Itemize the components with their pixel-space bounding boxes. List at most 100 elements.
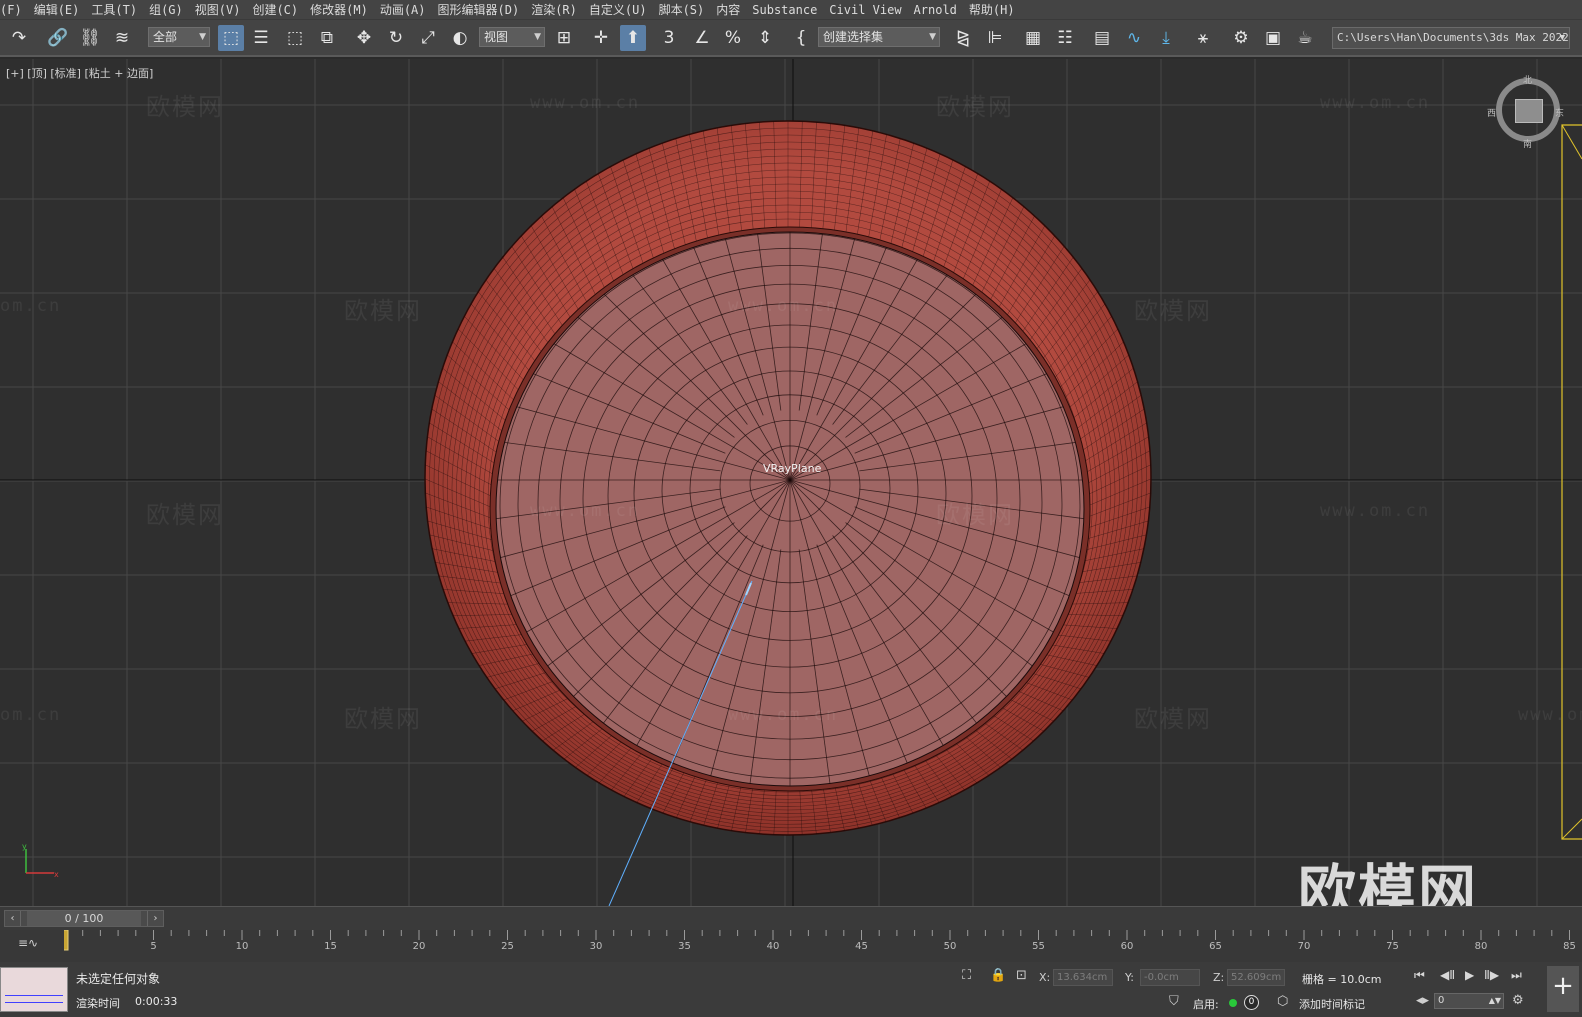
axis-y-label: y	[22, 842, 27, 851]
ruler-tick-label: 30	[590, 941, 603, 952]
rect-selection-icon[interactable]: ⬚	[282, 25, 308, 51]
render-setup-icon[interactable]: ▣	[1260, 25, 1286, 51]
pivot-center-icon[interactable]: ⊞	[551, 25, 577, 51]
add-keyframe-button[interactable]: +	[1547, 966, 1579, 1012]
menu-arnold[interactable]: Arnold	[908, 0, 963, 20]
enable-label: 启用:	[1193, 998, 1219, 1011]
current-frame-field[interactable]: 0 ▲▼	[1434, 993, 1504, 1009]
menu-edit[interactable]: 编辑(E)	[28, 0, 86, 20]
ruler-tick-label: 60	[1121, 941, 1134, 952]
keyboard-shortcut-toggle-icon[interactable]: ⬆	[620, 25, 646, 51]
time-slider-control[interactable]: ‹ 0 / 100 ›	[4, 910, 164, 927]
spinner-snap-icon[interactable]: ⇕	[752, 25, 778, 51]
rotate-icon[interactable]: ↻	[383, 25, 409, 51]
render-time-value: 0:00:33	[135, 995, 178, 1008]
align-icon[interactable]: ⊫	[982, 25, 1008, 51]
menu-substance[interactable]: Substance	[746, 0, 823, 20]
angle-snap-icon[interactable]: ∠	[689, 25, 715, 51]
chevron-down-icon: ▼	[199, 32, 206, 42]
curve-editor-icon[interactable]: ∿	[1121, 25, 1147, 51]
goto-end-icon[interactable]: ⏭	[1511, 968, 1522, 983]
menu-create[interactable]: 创建(C)	[246, 0, 304, 20]
snaps-toggle-icon[interactable]: 3	[656, 25, 682, 51]
menu-tools[interactable]: 工具(T)	[85, 0, 143, 20]
add-time-tag[interactable]: 添加时间标记	[1299, 996, 1365, 1012]
watermark-url: www.om.cn	[1320, 501, 1431, 521]
reference-coord-value: 视图	[484, 30, 509, 44]
goto-start-icon[interactable]: ⏮	[1414, 968, 1425, 983]
menu-rendering[interactable]: 渲染(R)	[525, 0, 583, 20]
play-icon[interactable]: ▶	[1465, 968, 1474, 982]
menu-customize[interactable]: 自定义(U)	[583, 0, 653, 20]
menu-civil-view[interactable]: Civil View	[823, 0, 907, 20]
next-frame-icon[interactable]: ›	[147, 911, 163, 926]
project-path-dropdown[interactable]: C:\Users\Han\Documents\3ds Max 2022 ▼	[1332, 27, 1570, 49]
absolute-mode-icon[interactable]: ⊡	[1016, 968, 1027, 983]
time-tag-icon[interactable]: ⬡	[1277, 994, 1288, 1009]
z-coord-field[interactable]: 52.609cm	[1227, 969, 1285, 986]
link-icon[interactable]: 🔗	[45, 25, 71, 51]
menu-help[interactable]: 帮助(H)	[963, 0, 1021, 20]
frame-display[interactable]: 0 / 100	[27, 911, 141, 926]
top-viewport[interactable]: 欧模网 www.om.cn 欧模网 www.om.cn om.cn 欧模网 ww…	[0, 59, 1582, 906]
time-config-icon[interactable]: ⚙	[1512, 993, 1524, 1008]
redo-icon[interactable]: ↷	[6, 25, 32, 51]
watermark: 欧模网	[146, 501, 224, 529]
previous-key-icon[interactable]: ◀Ⅱ	[1440, 968, 1455, 982]
bind-spacewarp-icon[interactable]: ≋	[109, 25, 135, 51]
unlink-icon[interactable]: ⛓	[77, 25, 103, 51]
scene-explorer-icon[interactable]: ▦	[1020, 25, 1046, 51]
mini-curve-editor-icon[interactable]: ≡∿	[18, 936, 38, 950]
frame-ruler[interactable]: 0510152025303540455055606570758085	[64, 930, 1579, 962]
named-selection-set-dropdown[interactable]: 创建选择集 ▼	[818, 27, 940, 47]
mirror-icon[interactable]: ⧎	[950, 25, 976, 51]
watermark: 欧模网	[1134, 297, 1212, 325]
object-label: VRayPlane	[763, 462, 822, 475]
place-icon[interactable]: ◐	[447, 25, 473, 51]
select-object-icon[interactable]: ⬚	[218, 25, 244, 51]
isolate-selection-icon[interactable]: ⛶	[962, 968, 971, 983]
x-coord-field[interactable]: 13.634cm	[1053, 969, 1113, 986]
layer-explorer-icon[interactable]: ☷	[1052, 25, 1078, 51]
selection-lock-icon[interactable]: 🔒	[990, 968, 1006, 983]
reference-coord-dropdown[interactable]: 视图 ▼	[479, 27, 545, 47]
move-icon[interactable]: ✥	[351, 25, 377, 51]
dope-sheet-icon[interactable]: ⤓	[1153, 25, 1179, 51]
menu-graph-editors[interactable]: 图形编辑器(D)	[432, 0, 526, 20]
menu-views[interactable]: 视图(V)	[189, 0, 247, 20]
viewport-label[interactable]: [+] [顶] [标准] [粘土 + 边面]	[6, 65, 153, 81]
key-mode-toggle-icon[interactable]: ◂▸	[1416, 993, 1429, 1008]
spinner-icon[interactable]: ▲▼	[1489, 994, 1501, 1008]
menu-content[interactable]: 内容	[710, 0, 746, 20]
menu-modifiers[interactable]: 修改器(M)	[304, 0, 374, 20]
menu-scripting[interactable]: 脚本(S)	[653, 0, 711, 20]
menu-file[interactable]: (F)	[0, 0, 28, 20]
menu-group[interactable]: 组(G)	[143, 0, 189, 20]
maxscript-listener-preview[interactable]	[0, 967, 68, 1012]
prev-frame-icon[interactable]: ‹	[5, 911, 21, 926]
current-frame-value: 0	[1438, 995, 1445, 1006]
ruler-tick-label: 55	[1032, 941, 1045, 952]
axis-tripod: y x	[16, 841, 60, 883]
window-crossing-icon[interactable]: ⧉	[314, 25, 340, 51]
y-coord-field[interactable]: -0.0cm	[1140, 969, 1200, 986]
render-icon[interactable]: ☕	[1292, 25, 1318, 51]
material-editor-icon[interactable]: ⚙	[1228, 25, 1254, 51]
status-bar: 未选定任何对象 渲染时间 0:00:33 ⛶ 🔒 ⊡ X: 13.634cm Y…	[0, 962, 1582, 1017]
select-manipulate-icon[interactable]: ✛	[588, 25, 614, 51]
select-by-name-icon[interactable]: ☰	[248, 25, 274, 51]
brand-watermark: 欧模网	[1298, 858, 1479, 906]
percent-snap-icon[interactable]: %	[720, 25, 746, 51]
time-slider[interactable]: ‹ 0 / 100 ›	[0, 906, 1582, 930]
adaptive-degradation-icon[interactable]: ⛉	[1169, 994, 1179, 1009]
next-key-icon[interactable]: Ⅱ▶	[1484, 968, 1499, 982]
schematic-view-icon[interactable]: ⚹	[1190, 25, 1216, 51]
menu-animation[interactable]: 动画(A)	[374, 0, 432, 20]
viewcube-top-face[interactable]	[1515, 99, 1543, 123]
toggle-ribbon-icon[interactable]: ▤	[1089, 25, 1115, 51]
edit-named-selection-icon[interactable]: {	[788, 25, 814, 51]
scale-icon[interactable]: ⤢	[415, 25, 441, 51]
viewcube[interactable]: 北 南 西 东	[1487, 75, 1564, 150]
selection-filter-dropdown[interactable]: 全部 ▼	[148, 27, 210, 47]
trackbar[interactable]: ≡∿ 0510152025303540455055606570758085	[0, 930, 1582, 962]
